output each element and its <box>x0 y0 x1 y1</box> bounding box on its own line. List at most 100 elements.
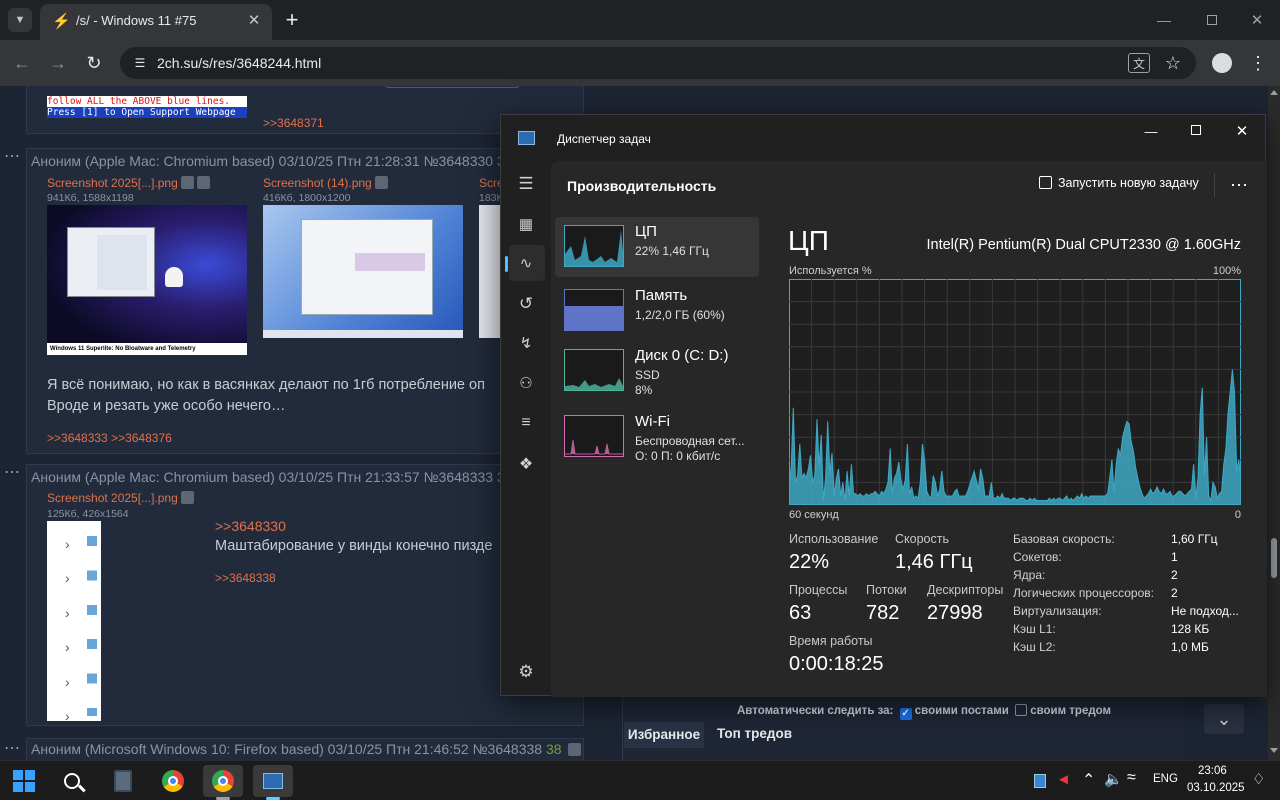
tm-minimize-icon[interactable]: — <box>1141 121 1161 141</box>
post-text-line: Я всё понимаю, но как в васянках делают … <box>47 377 485 393</box>
file-link[interactable]: Screenshot 2025[...].png <box>47 176 210 190</box>
chrome-active-app-icon[interactable] <box>203 765 243 797</box>
post-header-text: Аноним (Apple Mac: Chromium based) 03/10… <box>31 153 494 169</box>
my-thread-checkbox[interactable] <box>1014 704 1027 716</box>
settings-gear-icon[interactable]: ⚙ <box>515 661 537 683</box>
task-manager-taskbar-icon[interactable] <box>253 765 293 797</box>
reload-icon[interactable]: ↻ <box>82 49 106 77</box>
image-thumbnail[interactable] <box>263 205 463 338</box>
translate-icon[interactable]: 文 <box>1128 53 1150 73</box>
start-button[interactable] <box>4 765 44 797</box>
detail-key: Логических процессоров: <box>1013 586 1154 600</box>
clock-time[interactable]: 23:06 <box>1198 765 1227 777</box>
reply-links[interactable]: >>3648338 <box>215 571 276 585</box>
services-icon[interactable]: ❖ <box>515 453 537 475</box>
tab-favorites[interactable]: Избранное <box>624 722 704 748</box>
top-button[interactable] <box>385 86 520 88</box>
uptime-value: 0:00:18:25 <box>789 653 884 675</box>
run-new-task-button[interactable]: Запустить новую задачу <box>1039 176 1199 190</box>
resource-memory[interactable]: Память 1,2/2,0 ГБ (60%) <box>555 281 759 341</box>
my-thread-label[interactable]: своим тредом <box>1030 705 1111 717</box>
url-text[interactable]: 2ch.su/s/res/3648244.html <box>157 55 321 71</box>
scroll-down-button[interactable]: ⌄ <box>1204 704 1244 734</box>
startup-apps-icon[interactable]: ↯ <box>515 332 537 354</box>
tab-close-icon[interactable]: ✕ <box>244 10 264 30</box>
tray-chevron-icon[interactable]: ⌃ <box>1082 770 1095 790</box>
post-menu-icon[interactable]: ⋯ <box>4 146 21 166</box>
tm-close-icon[interactable]: ✕ <box>1232 121 1252 141</box>
new-tab-button[interactable]: + <box>280 7 304 32</box>
window-restore-icon[interactable] <box>1207 15 1217 25</box>
file-link[interactable]: Screenshot (14).png <box>263 176 388 190</box>
users-icon[interactable]: ⚇ <box>515 372 537 394</box>
section-title: Производительность <box>567 178 717 194</box>
cpu-thumb-graph <box>564 225 624 267</box>
back-icon[interactable]: ← <box>10 49 34 77</box>
tab-top-threads[interactable]: Топ тредов <box>717 726 792 741</box>
clock-date[interactable]: 03.10.2025 <box>1187 782 1245 794</box>
resource-disk[interactable]: Диск 0 (C: D:) SSD 8% <box>555 341 759 401</box>
performance-icon[interactable]: ∿ <box>515 252 537 274</box>
scroll-down-arrow[interactable] <box>1270 748 1278 753</box>
download-icon[interactable] <box>180 491 194 504</box>
resource-value: SSD <box>635 368 660 382</box>
tm-maximize-icon[interactable] <box>1191 125 1201 135</box>
post-count: 38 <box>545 741 562 757</box>
browser-menu-icon[interactable]: ⋮ <box>1248 51 1268 75</box>
processes-icon[interactable]: ▦ <box>515 213 537 235</box>
window-minimize-icon[interactable]: — <box>1152 8 1176 32</box>
site-info-icon[interactable]: ☰ <box>130 53 150 73</box>
resource-wifi[interactable]: Wi-Fi Беспроводная сет... О: 0 П: 0 кбит… <box>555 407 759 467</box>
magnifier-glyph <box>64 773 86 792</box>
search-icon[interactable] <box>180 176 194 189</box>
image-thumbnail[interactable]: › › › › › › <box>47 521 101 721</box>
quote-link[interactable]: >>3648330 <box>215 518 286 534</box>
chevron-right-icon: › › › › › › <box>65 536 70 721</box>
tab-active[interactable]: ⚡ /s/ - Windows 11 #75 ✕ <box>40 4 272 40</box>
file-name: Screenshot 2025[...].png <box>47 176 178 190</box>
details-icon[interactable]: ≡ <box>515 412 537 434</box>
my-posts-label[interactable]: своими постами <box>915 705 1009 717</box>
search-icon[interactable] <box>374 176 388 189</box>
profile-avatar[interactable] <box>1212 53 1232 73</box>
resource-value: 22% 1,46 ГГц <box>635 244 709 258</box>
wifi-icon[interactable]: ≈ <box>1127 769 1136 787</box>
post-text-line: Вроде и резать уже особо нечего… <box>47 398 286 414</box>
tab-search-button[interactable]: ▼ <box>8 8 32 32</box>
post-menu-icon[interactable]: ⋯ <box>4 462 21 482</box>
notification-bell-icon[interactable]: ♢ <box>1252 770 1265 788</box>
disk-thumb-svg <box>565 378 623 390</box>
post-menu-icon[interactable]: ⋯ <box>4 738 21 758</box>
file-name: Screenshot (14).png <box>263 176 372 190</box>
resource-cpu[interactable]: ЦП 22% 1,46 ГГц <box>555 217 759 277</box>
language-indicator[interactable]: ENG <box>1153 773 1178 785</box>
scroll-up-arrow[interactable] <box>1270 90 1278 95</box>
thumb-graph <box>355 253 425 271</box>
play-icon[interactable] <box>568 743 582 756</box>
app-history-icon[interactable]: ↺ <box>515 293 537 315</box>
hamburger-menu-icon[interactable]: ☰ <box>515 173 537 195</box>
bookmark-star-icon[interactable]: ☆ <box>1162 52 1184 74</box>
reply-links[interactable]: >>3648333 >>3648376 <box>47 431 172 445</box>
task-manager-window: Диспетчер задач — ✕ ☰ ▦ ∿ ↺ ↯ ⚇ ≡ ❖ ⚙ Пр… <box>500 114 1267 697</box>
reply-link[interactable]: >>3648371 <box>263 116 324 130</box>
calculator-app-icon[interactable] <box>103 765 143 797</box>
page-scrollbar[interactable] <box>1268 86 1280 760</box>
tray-app-icon[interactable] <box>1034 774 1046 788</box>
search-icon[interactable] <box>52 765 92 797</box>
file-link[interactable]: Screenshot 2025[...].png <box>47 491 194 505</box>
memory-thumb-graph <box>564 289 624 331</box>
image-thumbnail[interactable]: Windows 11 Superlite: No Bloatware and T… <box>47 205 247 355</box>
window-close-icon[interactable]: ✕ <box>1245 8 1269 32</box>
volume-icon[interactable]: 🔈 <box>1104 770 1123 788</box>
file-meta: 941Кб, 1588x1198 <box>47 192 134 204</box>
tray-speaker-red-icon[interactable]: ◄ <box>1056 771 1071 788</box>
scroll-thumb[interactable] <box>1271 538 1277 578</box>
more-options-icon[interactable]: ⋯ <box>1227 175 1251 195</box>
chrome-app-icon[interactable] <box>153 765 193 797</box>
my-posts-checkbox[interactable]: ✓ <box>899 708 912 720</box>
download-icon[interactable] <box>196 176 210 189</box>
forward-icon[interactable]: → <box>46 49 70 77</box>
address-bar[interactable]: ☰ 2ch.su/s/res/3648244.html 文 ☆ <box>120 47 1196 79</box>
detail-value: 2 <box>1171 568 1178 582</box>
